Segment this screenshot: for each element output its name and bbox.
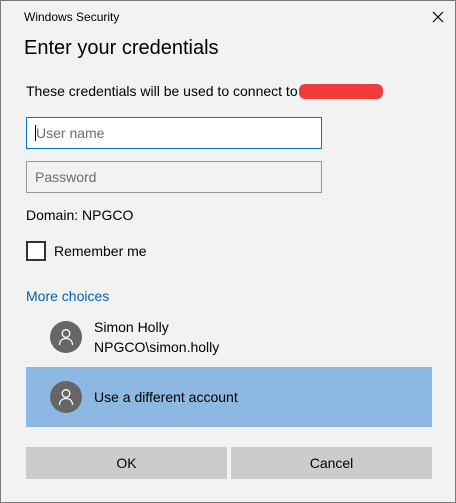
account-id: NPGCO\simon.holly <box>94 339 220 355</box>
message-text: These credentials will be used to connec… <box>26 83 298 99</box>
close-icon <box>432 11 444 23</box>
user-icon <box>50 321 82 353</box>
account-name: Use a different account <box>94 389 238 405</box>
checkbox-box[interactable] <box>26 241 46 261</box>
close-button[interactable] <box>423 3 453 31</box>
remember-me-checkbox[interactable]: Remember me <box>26 241 147 261</box>
username-input[interactable] <box>26 117 322 149</box>
ok-button[interactable]: OK <box>26 447 227 479</box>
cancel-button[interactable]: Cancel <box>231 447 432 479</box>
account-text: Simon Holly NPGCO\simon.holly <box>94 317 219 357</box>
redacted-server-name <box>298 83 383 99</box>
text-caret <box>35 125 36 141</box>
remember-me-label: Remember me <box>54 243 147 259</box>
connection-message: These credentials will be used to connec… <box>26 83 383 100</box>
user-icon <box>50 381 82 413</box>
password-input[interactable] <box>26 161 322 193</box>
account-name: Simon Holly <box>94 319 169 335</box>
more-choices-link[interactable]: More choices <box>26 288 109 304</box>
account-option-simon-holly[interactable]: Simon Holly NPGCO\simon.holly <box>26 311 432 363</box>
dialog-heading: Enter your credentials <box>24 37 219 59</box>
credentials-dialog: Windows Security Enter your credentials … <box>0 0 456 503</box>
account-option-different-account[interactable]: Use a different account <box>26 367 432 427</box>
window-title: Windows Security <box>24 10 120 24</box>
domain-label: Domain: NPGCO <box>26 207 134 223</box>
title-bar: Windows Security <box>1 1 455 33</box>
